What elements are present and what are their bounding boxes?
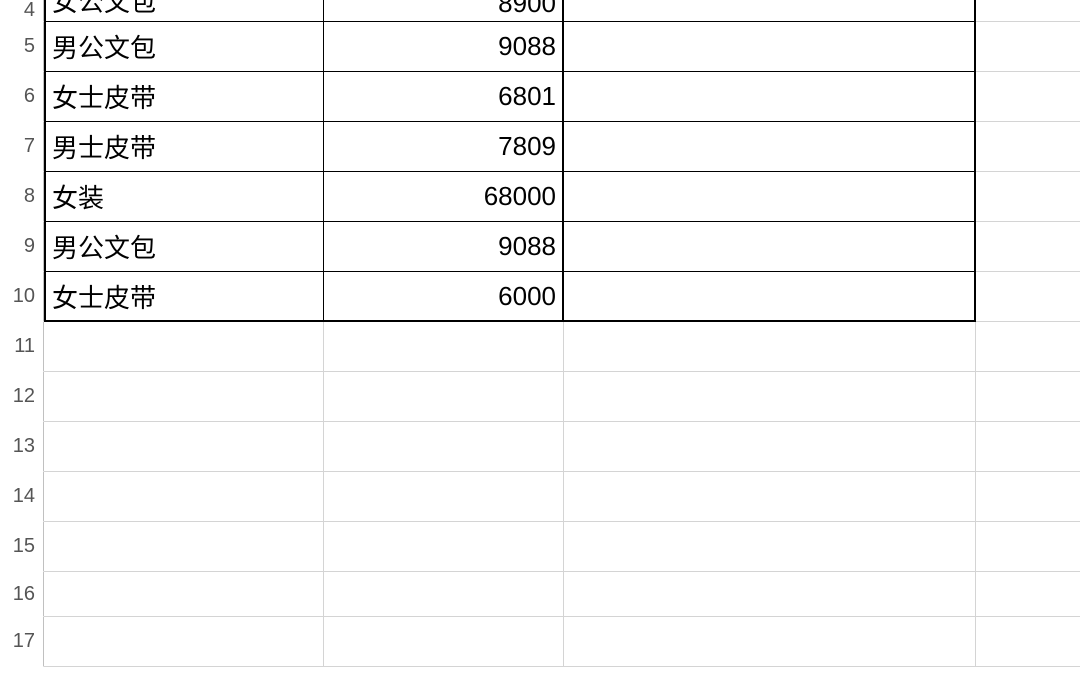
- cell[interactable]: [976, 222, 1080, 272]
- cell[interactable]: [564, 572, 976, 617]
- cell[interactable]: [976, 422, 1080, 472]
- spreadsheet-grid: 4 5 6 7 8 9 10 11 12 13 14 15 16 17 女公文包…: [0, 0, 1080, 667]
- table-row: 女士皮带 6000: [44, 272, 1080, 322]
- cell[interactable]: 男公文包: [44, 22, 324, 72]
- row-header[interactable]: 16: [0, 572, 44, 617]
- cell[interactable]: [324, 422, 564, 472]
- cell[interactable]: [44, 322, 324, 372]
- cell[interactable]: [564, 617, 976, 667]
- cell[interactable]: [564, 472, 976, 522]
- cell[interactable]: [44, 372, 324, 422]
- cell[interactable]: [324, 522, 564, 572]
- cell[interactable]: [976, 522, 1080, 572]
- row-header[interactable]: 11: [0, 322, 44, 372]
- cell[interactable]: [976, 122, 1080, 172]
- cell[interactable]: 7809: [324, 122, 564, 172]
- cell[interactable]: [976, 72, 1080, 122]
- table-row: [44, 522, 1080, 572]
- table-row: 男公文包 9088: [44, 222, 1080, 272]
- cell[interactable]: [976, 472, 1080, 522]
- cell[interactable]: [564, 172, 976, 222]
- cell[interactable]: 9088: [324, 222, 564, 272]
- table-row: 男士皮带 7809: [44, 122, 1080, 172]
- row-header[interactable]: 6: [0, 72, 44, 122]
- table-row: [44, 617, 1080, 667]
- cell[interactable]: [324, 472, 564, 522]
- row-header[interactable]: 15: [0, 522, 44, 572]
- row-header[interactable]: 9: [0, 222, 44, 272]
- cell[interactable]: [564, 22, 976, 72]
- cell[interactable]: [976, 372, 1080, 422]
- cell[interactable]: 6801: [324, 72, 564, 122]
- cell[interactable]: [564, 422, 976, 472]
- table-row: [44, 572, 1080, 617]
- row-headers-column: 4 5 6 7 8 9 10 11 12 13 14 15 16 17: [0, 0, 44, 667]
- cell[interactable]: [976, 572, 1080, 617]
- table-row: 女士皮带 6801: [44, 72, 1080, 122]
- cells-grid: 女公文包 8900 男公文包 9088 女士皮带 6801 男士皮带 7809 …: [44, 0, 1080, 667]
- row-header[interactable]: 4: [0, 0, 44, 22]
- row-header[interactable]: 7: [0, 122, 44, 172]
- cell[interactable]: 女士皮带: [44, 272, 324, 322]
- row-header[interactable]: 8: [0, 172, 44, 222]
- row-header[interactable]: 14: [0, 472, 44, 522]
- table-row: [44, 422, 1080, 472]
- cell[interactable]: [564, 322, 976, 372]
- cell[interactable]: 男士皮带: [44, 122, 324, 172]
- cell[interactable]: [976, 617, 1080, 667]
- cell[interactable]: [44, 522, 324, 572]
- cell[interactable]: 男公文包: [44, 222, 324, 272]
- table-row: 男公文包 9088: [44, 22, 1080, 72]
- cell[interactable]: [324, 572, 564, 617]
- row-header[interactable]: 13: [0, 422, 44, 472]
- cell[interactable]: [44, 472, 324, 522]
- cell[interactable]: 9088: [324, 22, 564, 72]
- cell[interactable]: [564, 522, 976, 572]
- cell[interactable]: [976, 22, 1080, 72]
- cell[interactable]: [324, 617, 564, 667]
- cell[interactable]: [976, 322, 1080, 372]
- cell[interactable]: [564, 122, 976, 172]
- table-row: 女公文包 8900: [44, 0, 1080, 22]
- cell[interactable]: 女士皮带: [44, 72, 324, 122]
- cell[interactable]: [564, 222, 976, 272]
- cell[interactable]: 女公文包: [44, 0, 324, 22]
- cell[interactable]: [44, 617, 324, 667]
- table-row: 女装 68000: [44, 172, 1080, 222]
- cell[interactable]: [564, 272, 976, 322]
- cell[interactable]: 女装: [44, 172, 324, 222]
- cell[interactable]: [564, 72, 976, 122]
- cell[interactable]: 68000: [324, 172, 564, 222]
- row-header[interactable]: 5: [0, 22, 44, 72]
- cell[interactable]: [324, 372, 564, 422]
- cell[interactable]: 8900: [324, 0, 564, 22]
- row-header[interactable]: 12: [0, 372, 44, 422]
- cell[interactable]: [44, 422, 324, 472]
- cell[interactable]: [976, 172, 1080, 222]
- cell[interactable]: [976, 0, 1080, 22]
- row-header[interactable]: 17: [0, 617, 44, 667]
- cell[interactable]: [44, 572, 324, 617]
- table-row: [44, 472, 1080, 522]
- cell[interactable]: 6000: [324, 272, 564, 322]
- cell[interactable]: [976, 272, 1080, 322]
- table-row: [44, 322, 1080, 372]
- cell[interactable]: [564, 372, 976, 422]
- cell[interactable]: [564, 0, 976, 22]
- row-header[interactable]: 10: [0, 272, 44, 322]
- cell[interactable]: [324, 322, 564, 372]
- table-row: [44, 372, 1080, 422]
